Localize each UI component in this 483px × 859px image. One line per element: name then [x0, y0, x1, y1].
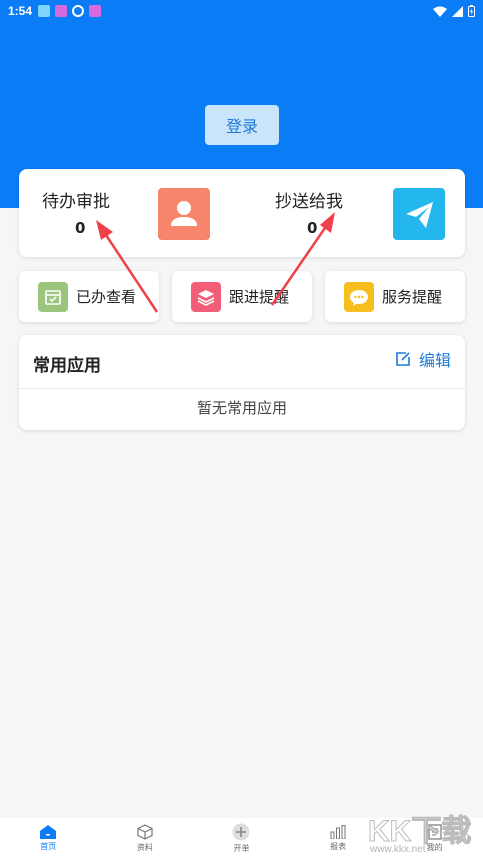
pending-approval-count: 0 [75, 219, 86, 237]
follow-up-reminder-label: 跟进提醒 [229, 288, 290, 306]
wifi-icon [433, 6, 447, 17]
edit-icon [396, 352, 410, 366]
plus-circle-icon [232, 823, 250, 841]
edit-label: 编辑 [418, 351, 451, 370]
home-icon [40, 825, 57, 839]
paper-plane-icon [406, 202, 433, 228]
tab-report-label: 报表 [330, 842, 347, 851]
summary-card: 待办审批 0 抄送给我 0 [19, 169, 465, 257]
settings-icon [72, 5, 85, 17]
cc-to-me-label: 抄送给我 [275, 192, 343, 212]
cc-to-me-count: 0 [307, 219, 318, 237]
tab-home[interactable]: 首页 [0, 818, 97, 859]
battery-icon [468, 5, 475, 17]
pending-approval-label: 待办审批 [42, 192, 110, 212]
bar-chart-icon [330, 825, 346, 839]
tab-order[interactable]: 开单 [193, 818, 290, 859]
calendar-check-icon [38, 281, 68, 312]
notification-icon [38, 5, 51, 17]
tab-data[interactable]: 资料 [97, 818, 194, 859]
notification-icon [55, 5, 68, 17]
empty-apps-text: 暂无常用应用 [196, 399, 287, 417]
watermark: KK下载 www.kkx.net [367, 806, 483, 859]
common-apps-title: 常用应用 [33, 356, 101, 376]
notification-icon [89, 5, 102, 17]
tab-home-label: 首页 [40, 842, 57, 851]
status-time: 1:54 [8, 4, 33, 18]
divider [19, 388, 465, 389]
status-bar: 1:54 [0, 0, 483, 22]
common-apps-card: 常用应用 编辑 暂无常用应用 [19, 335, 465, 430]
signal-icon [452, 5, 463, 17]
watermark-url: www.kkx.net [370, 844, 426, 855]
done-view-label: 已办查看 [76, 288, 137, 306]
tab-data-label: 资料 [136, 843, 153, 852]
login-button[interactable]: 登录 [205, 105, 279, 145]
service-reminder-button[interactable]: 服务提醒 [325, 271, 465, 322]
cube-icon [137, 824, 153, 840]
user-tile[interactable] [158, 188, 210, 240]
send-tile[interactable] [393, 188, 445, 240]
user-icon [171, 201, 197, 226]
tab-order-label: 开单 [233, 844, 250, 853]
layers-icon [191, 281, 221, 312]
follow-up-reminder-button[interactable]: 跟进提醒 [172, 271, 312, 322]
done-view-button[interactable]: 已办查看 [19, 271, 159, 322]
service-reminder-label: 服务提醒 [382, 288, 443, 306]
chat-bubble-icon [344, 281, 374, 312]
edit-button[interactable]: 编辑 [395, 347, 451, 371]
